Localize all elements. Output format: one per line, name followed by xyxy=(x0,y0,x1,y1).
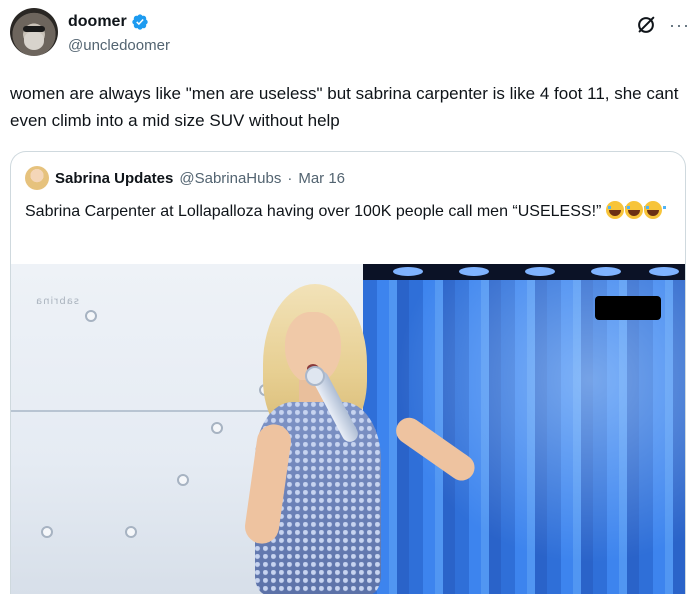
quoted-separator: · xyxy=(287,169,293,187)
quoted-tweet-text: Sabrina Carpenter at Lollapalloza having… xyxy=(25,203,602,220)
verified-badge-icon[interactable] xyxy=(131,13,149,31)
stage-bolt xyxy=(177,474,189,486)
quoted-author-display-name[interactable]: Sabrina Updates xyxy=(55,170,173,187)
stage-light xyxy=(591,267,621,276)
performer-figure xyxy=(241,284,481,594)
author-name-row: doomer xyxy=(68,13,149,31)
quoted-tweet-date[interactable]: Mar 16 xyxy=(298,170,345,187)
stage-bolt xyxy=(125,526,137,538)
loudly-crying-face-icon xyxy=(605,201,628,219)
loudly-crying-face-icon xyxy=(643,201,666,219)
grok-icon[interactable] xyxy=(635,14,657,36)
stage-light xyxy=(459,267,489,276)
quoted-tweet-text-block: Sabrina Carpenter at Lollapalloza having… xyxy=(25,200,666,224)
quoted-tweet-media[interactable]: sabrina xyxy=(11,264,685,594)
more-options-icon[interactable]: ··· xyxy=(669,16,690,34)
stage-light xyxy=(393,267,423,276)
redaction-box xyxy=(595,296,661,320)
quoted-tweet[interactable]: Sabrina Updates @SabrinaHubs · Mar 16 Sa… xyxy=(10,151,686,594)
stage-light xyxy=(649,267,679,276)
performer-hand-right xyxy=(441,452,471,474)
quoted-author-avatar[interactable] xyxy=(25,166,49,190)
media-watermark: sabrina xyxy=(35,296,80,307)
author-handle[interactable]: @uncledoomer xyxy=(68,37,170,54)
quoted-author-handle[interactable]: @SabrinaHubs xyxy=(179,170,281,187)
stage-bolt xyxy=(85,310,97,322)
author-display-name[interactable]: doomer xyxy=(68,13,127,31)
tweet-text: women are always like "men are useless" … xyxy=(10,84,679,130)
performer-arm-right xyxy=(391,412,480,486)
microphone-head xyxy=(305,366,325,386)
quoted-tweet-header: Sabrina Updates @SabrinaHubs · Mar 16 xyxy=(25,166,345,190)
author-avatar[interactable] xyxy=(10,8,58,56)
stage-ceiling xyxy=(363,264,685,280)
stage-bolt xyxy=(41,526,53,538)
tweet-header: doomer @uncledoomer ··· xyxy=(10,8,690,64)
avatar-beard xyxy=(24,32,44,50)
stage-light xyxy=(525,267,555,276)
loudly-crying-face-icon xyxy=(624,201,647,219)
stage-bolt xyxy=(211,422,223,434)
header-actions: ··· xyxy=(635,14,690,36)
